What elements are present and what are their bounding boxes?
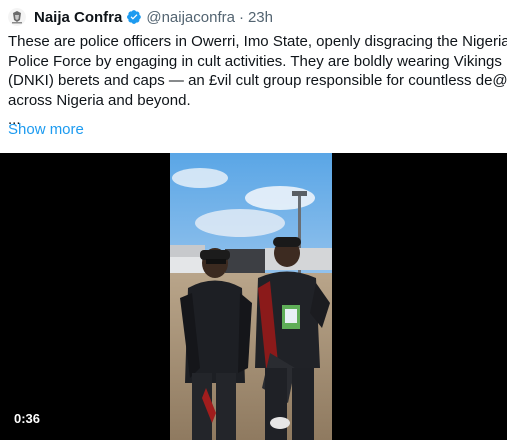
show-more-link[interactable]: Show more: [8, 121, 84, 138]
handle[interactable]: @naijaconfra: [146, 9, 235, 26]
tweet-card[interactable]: Naija Confra @naijaconfra · 23h These ar…: [0, 0, 507, 440]
video-thumbnail[interactable]: [170, 153, 332, 440]
tweet-text-line: These are police officers in Owerri, Imo…: [8, 33, 507, 50]
tweet-text: These are police officers in Owerri, Imo…: [8, 32, 507, 130]
avatar[interactable]: [8, 8, 26, 26]
separator-dot: ·: [238, 8, 244, 26]
tweet-header: Naija Confra @naijaconfra · 23h: [8, 6, 273, 28]
coat-of-arms-avatar-icon: [8, 8, 26, 26]
tweet-text-line: across Nigeria and beyond.: [8, 91, 191, 109]
video-player[interactable]: 0:36: [0, 153, 507, 440]
video-duration-badge: 0:36: [8, 409, 47, 428]
tweet-text-line: (DNKI) berets and caps — an £vil cult gr…: [8, 72, 507, 89]
video-frame-illustration: [170, 153, 332, 440]
display-name[interactable]: Naija Confra: [34, 9, 122, 26]
verified-badge-icon[interactable]: [126, 9, 142, 25]
timestamp[interactable]: 23h: [248, 9, 273, 26]
tweet-text-line: Police Force by engaging in cult activit…: [8, 52, 502, 70]
